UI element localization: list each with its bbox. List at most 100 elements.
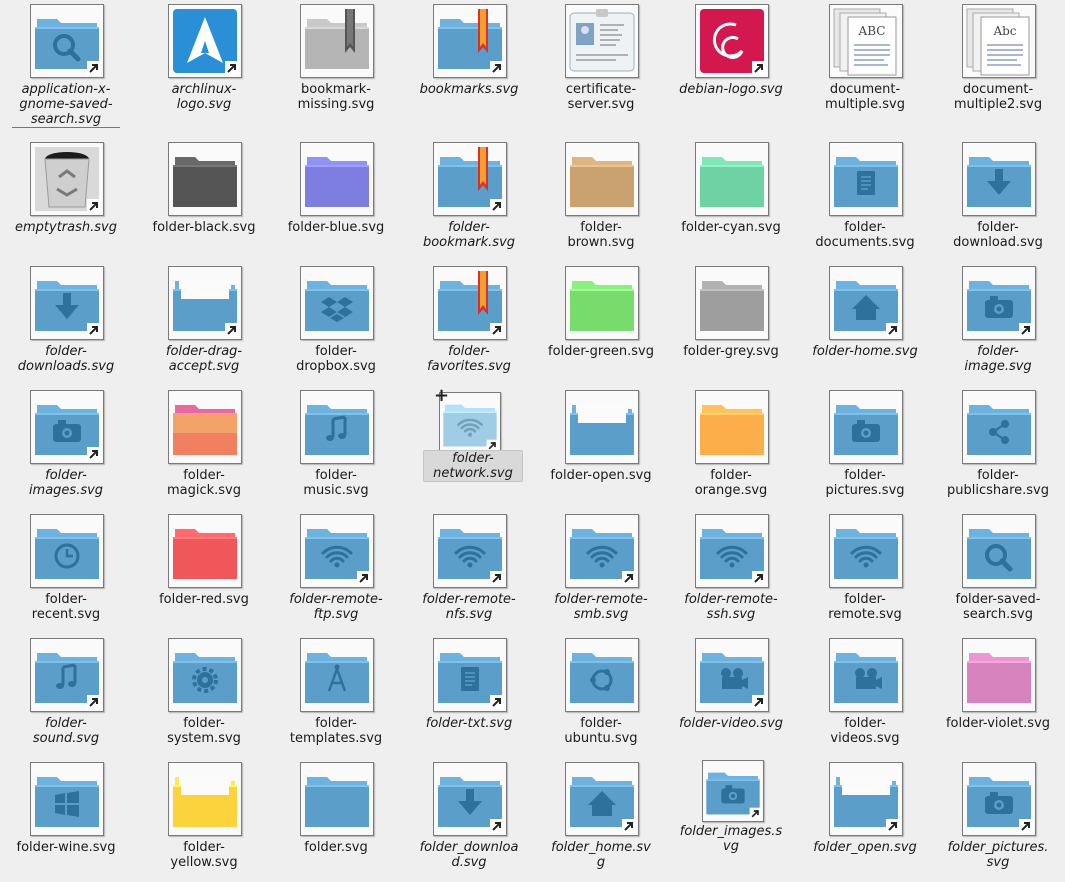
file-item[interactable]: folder-yellow.svg — [138, 758, 270, 882]
file-item[interactable]: folder-documents.svg — [799, 138, 931, 262]
file-item[interactable]: bookmarks.svg — [403, 0, 535, 124]
folder-icon — [168, 142, 242, 216]
file-item[interactable]: folder-download.svg — [932, 138, 1064, 262]
file-item[interactable]: folder-drag-accept.svg — [138, 262, 270, 386]
file-item[interactable]: folder-recent.svg — [0, 510, 132, 634]
file-name-label: folder-publicshare.svg — [946, 468, 1049, 498]
file-item[interactable]: archlinux-logo.svg — [138, 0, 270, 124]
file-item[interactable]: debian-logo.svg — [665, 0, 797, 124]
file-name-label: folder-blue.svg — [287, 220, 385, 235]
file-name-label: folder_home.svg — [551, 840, 651, 870]
folder-icon — [565, 142, 639, 216]
file-item[interactable]: folder-image.svg — [932, 262, 1064, 386]
file-item[interactable]: folder-system.svg — [138, 634, 270, 758]
file-item[interactable]: ABC document-multiple.svg — [799, 0, 931, 124]
file-name-label: document-multiple.svg — [825, 82, 905, 112]
file-name-label: archlinux-logo.svg — [171, 82, 237, 112]
folder-icon — [962, 762, 1036, 836]
file-name-label: folder-red.svg — [159, 592, 249, 607]
file-item[interactable]: folder-music.svg — [270, 386, 402, 510]
file-item[interactable]: folder_pictures.svg — [932, 758, 1064, 882]
folder-icon — [30, 514, 104, 588]
file-item[interactable]: + folder-network.svg — [403, 385, 535, 510]
folder-icon — [300, 266, 374, 340]
folder-icon — [433, 514, 507, 588]
file-item[interactable]: folder-home.svg — [799, 262, 931, 386]
file-item[interactable]: folder-bookmark.svg — [403, 138, 535, 262]
folder-icon — [168, 514, 242, 588]
folder-icon — [962, 266, 1036, 340]
file-item[interactable]: folder_images.svg — [665, 758, 797, 882]
folder-icon — [30, 390, 104, 464]
file-item[interactable]: folder-txt.svg — [403, 634, 535, 758]
file-item[interactable]: folder-templates.svg — [270, 634, 402, 758]
file-name-label: folder-cyan.svg — [681, 220, 781, 235]
file-item[interactable]: folder-remote.svg — [799, 510, 931, 634]
file-item[interactable]: folder-blue.svg — [270, 138, 402, 262]
file-item[interactable]: folder-video.svg — [665, 634, 797, 758]
folder-icon — [565, 266, 639, 340]
file-icon: ABC — [829, 4, 903, 78]
file-item[interactable]: Abc document-multiple2.svg — [932, 0, 1064, 124]
folder-icon — [433, 638, 507, 712]
file-item[interactable]: folder.svg — [270, 758, 402, 882]
file-item[interactable]: folder_home.svg — [535, 758, 667, 882]
file-name-label: folder-orange.svg — [694, 468, 768, 498]
file-name-label: folder-sound.svg — [32, 716, 100, 746]
file-name-label: folder-open.svg — [550, 468, 652, 483]
folder-icon — [829, 266, 903, 340]
file-item[interactable]: folder-grey.svg — [665, 262, 797, 386]
file-item[interactable]: folder-dropbox.svg — [270, 262, 402, 386]
file-icon — [695, 4, 769, 78]
file-item[interactable]: folder_download.svg — [403, 758, 535, 882]
add-overlay-icon: + — [434, 385, 450, 406]
file-item[interactable]: certificate-server.svg — [535, 0, 667, 124]
file-item[interactable]: folder-cyan.svg — [665, 138, 797, 262]
file-item[interactable]: folder-wine.svg — [0, 758, 132, 882]
file-item[interactable]: folder-saved-search.svg — [932, 510, 1064, 634]
file-name-label: folder-wine.svg — [16, 840, 116, 855]
file-item[interactable]: emptytrash.svg — [0, 138, 132, 262]
file-item[interactable]: folder-violet.svg — [932, 634, 1064, 758]
file-name-label: folder-violet.svg — [945, 716, 1051, 731]
file-name-label: document-multiple2.svg — [953, 82, 1043, 112]
folder-icon — [695, 514, 769, 588]
file-item[interactable]: folder-ubuntu.svg — [535, 634, 667, 758]
file-item[interactable]: folder-black.svg — [138, 138, 270, 262]
file-item[interactable]: folder-sound.svg — [0, 634, 132, 758]
file-item[interactable]: folder-favorites.svg — [403, 262, 535, 386]
folder-icon — [962, 390, 1036, 464]
file-item[interactable]: folder-pictures.svg — [799, 386, 931, 510]
file-item[interactable]: folder_open.svg — [799, 758, 931, 882]
file-name-label: folder-magick.svg — [166, 468, 242, 498]
file-item[interactable]: folder-open.svg — [535, 386, 667, 510]
file-item[interactable]: folder-remote-ftp.svg — [270, 510, 402, 634]
file-name-label: folder-favorites.svg — [427, 344, 511, 374]
file-name-label: folder-remote-smb.svg — [554, 592, 648, 622]
folder-icon — [695, 142, 769, 216]
file-item[interactable]: folder-downloads.svg — [0, 262, 132, 386]
file-name-label: folder-remote-ftp.svg — [289, 592, 383, 622]
file-item[interactable]: folder-publicshare.svg — [932, 386, 1064, 510]
file-name-label: folder-remote-ssh.svg — [684, 592, 778, 622]
file-item[interactable]: folder-green.svg — [535, 262, 667, 386]
file-item[interactable]: folder-orange.svg — [665, 386, 797, 510]
file-item[interactable]: application-x-gnome-saved-search.svg — [0, 0, 132, 128]
file-name-label: emptytrash.svg — [15, 220, 117, 235]
file-item[interactable]: folder-videos.svg — [799, 634, 931, 758]
file-item[interactable]: folder-brown.svg — [535, 138, 667, 262]
file-item[interactable]: folder-images.svg — [0, 386, 132, 510]
file-name-label: folder.svg — [304, 840, 368, 855]
file-item[interactable]: folder-remote-smb.svg — [535, 510, 667, 634]
file-item[interactable]: bookmark-missing.svg — [270, 0, 402, 124]
file-item[interactable]: folder-red.svg — [138, 510, 270, 634]
folder-icon — [695, 266, 769, 340]
file-item[interactable]: folder-remote-ssh.svg — [665, 510, 797, 634]
file-item[interactable]: folder-remote-nfs.svg — [403, 510, 535, 634]
file-name-label: folder-downloads.svg — [17, 344, 115, 374]
file-item[interactable]: folder-magick.svg — [138, 386, 270, 510]
file-icon — [168, 4, 242, 78]
file-name-label: folder-videos.svg — [830, 716, 900, 746]
file-name-label: folder-bookmark.svg — [422, 220, 516, 250]
file-name-label: debian-logo.svg — [679, 82, 783, 97]
